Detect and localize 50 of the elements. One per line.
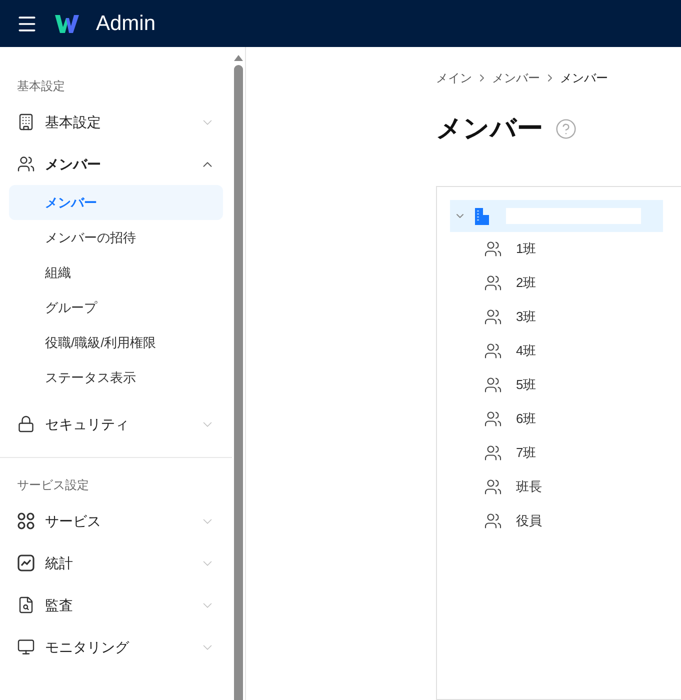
- nav-item[interactable]: 基本設定: [0, 101, 232, 143]
- nav-subitem[interactable]: メンバーの招待: [9, 220, 223, 255]
- tree-item[interactable]: 4班: [450, 334, 663, 368]
- section-label: サービス設定: [16, 477, 90, 494]
- scroll-up-icon[interactable]: [234, 55, 243, 61]
- lock-icon: [17, 415, 35, 433]
- tree-item[interactable]: 3班: [450, 300, 663, 334]
- monitor-icon: [17, 638, 35, 656]
- document-search-icon: [17, 596, 35, 614]
- users-icon: [484, 512, 502, 530]
- nav-subitem[interactable]: ステータス表示: [9, 360, 223, 395]
- nav-item[interactable]: 監査: [0, 584, 232, 626]
- building-icon: [474, 208, 490, 224]
- building-icon: [17, 113, 35, 131]
- scrollbar-thumb[interactable]: [234, 65, 243, 700]
- nav-item[interactable]: 統計: [0, 542, 232, 584]
- tree-item[interactable]: 1班: [450, 232, 663, 266]
- breadcrumb-link[interactable]: メンバー: [492, 69, 540, 87]
- nav-item[interactable]: セキュリティ: [0, 403, 232, 445]
- nav-subitem[interactable]: 役職/職級/利用権限: [9, 325, 223, 360]
- users-icon: [17, 155, 35, 173]
- users-icon: [484, 240, 502, 258]
- nav-item[interactable]: サービス: [0, 500, 232, 542]
- users-icon: [484, 444, 502, 462]
- logo-icon: [54, 12, 80, 34]
- nav-subitem[interactable]: 組織: [9, 255, 223, 290]
- nav-subitem[interactable]: メンバー: [9, 185, 223, 220]
- nav-item[interactable]: メンバー: [0, 143, 232, 185]
- breadcrumb-link[interactable]: メイン: [436, 69, 472, 87]
- tree-item[interactable]: 6班: [450, 402, 663, 436]
- tree-item[interactable]: 役員: [450, 504, 663, 538]
- tree-item[interactable]: 班長: [450, 470, 663, 504]
- users-icon: [484, 342, 502, 360]
- tree-root-row[interactable]: [450, 200, 663, 232]
- app-title: Admin: [96, 10, 156, 37]
- chart-icon: [17, 554, 35, 572]
- users-icon: [484, 308, 502, 326]
- users-icon: [484, 478, 502, 496]
- help-icon[interactable]: [555, 118, 577, 140]
- users-icon: [484, 376, 502, 394]
- nav-item[interactable]: モニタリング: [0, 626, 232, 668]
- nav-subitem[interactable]: グループ: [9, 290, 223, 325]
- tree-item[interactable]: 7班: [450, 436, 663, 470]
- page-title: メンバー: [436, 112, 543, 145]
- users-icon: [484, 274, 502, 292]
- tree-item[interactable]: 2班: [450, 266, 663, 300]
- tree-item[interactable]: 5班: [450, 368, 663, 402]
- section-label: 基本設定: [16, 78, 66, 95]
- grid-icon: [17, 512, 35, 530]
- users-icon: [484, 410, 502, 428]
